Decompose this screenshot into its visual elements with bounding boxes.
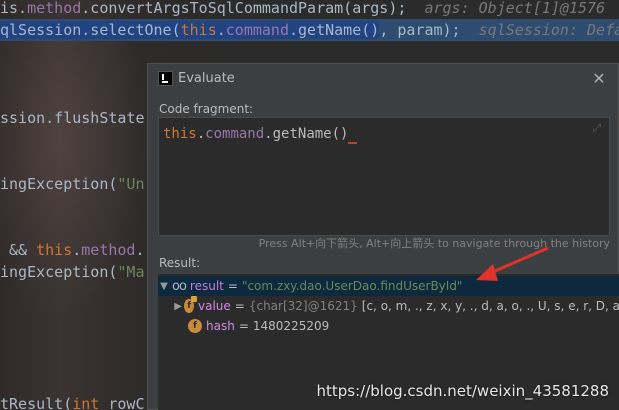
watermark: https://blog.csdn.net/weixin_43581288 bbox=[316, 382, 609, 400]
code-token: .convertArgsToSqlCommandParam(args); bbox=[81, 0, 407, 17]
equals-sign: = bbox=[234, 299, 245, 313]
code-line-current: qlSession.selectOne(this.command.getName… bbox=[0, 19, 619, 41]
expand-arrow-icon[interactable]: ▶ bbox=[174, 301, 182, 312]
code-line: ingException("Un bbox=[0, 173, 145, 195]
code-line: ssion.flushState bbox=[0, 109, 145, 127]
code-line: && this.method. bbox=[0, 239, 145, 261]
code-token: this bbox=[163, 126, 197, 142]
variable-value: 1480225209 bbox=[252, 319, 330, 333]
code-token: . bbox=[196, 126, 206, 142]
variable-value: "com.zxy.dao.UserDao.findUserById" bbox=[241, 279, 463, 293]
collapse-arrow-icon[interactable]: ▼ bbox=[158, 281, 170, 292]
variable-value: [c, o, m, ., z, x, y, ., d, a, o, ., U, … bbox=[361, 299, 619, 313]
inline-debug-hint: sqlSession: Defa bbox=[478, 21, 619, 39]
code-token: tResult( bbox=[0, 395, 73, 410]
dialog-title-bar[interactable]: Evaluate ✕ bbox=[148, 64, 618, 94]
code-line: tResult(int rowC bbox=[0, 393, 145, 410]
lock-icon bbox=[191, 296, 197, 302]
close-button[interactable]: ✕ bbox=[588, 68, 610, 90]
variable-name: hash bbox=[206, 319, 235, 333]
code-token: this bbox=[180, 21, 217, 39]
tree-row-result[interactable]: ▼ oo result = "com.zxy.dao.UserDao.findU… bbox=[158, 276, 619, 296]
code-fragment-editor[interactable]: this.command.getName()​ ⤢ bbox=[158, 117, 610, 236]
code-token: . bbox=[135, 241, 145, 259]
evaluate-dialog[interactable]: Evaluate ✕ Code fragment: this.command.g… bbox=[147, 63, 619, 410]
field-icon-letter: f bbox=[193, 321, 197, 331]
history-shortcut-hint: Press Alt+向下箭头, Alt+向上箭头 to navigate thr… bbox=[258, 237, 610, 250]
code-token: is. bbox=[0, 0, 28, 17]
code-token: qlSession.selectOne( bbox=[0, 21, 181, 39]
code-token: method bbox=[81, 241, 136, 259]
code-fragment-label: Code fragment: bbox=[159, 102, 254, 116]
code-token: .getName() bbox=[264, 126, 349, 142]
code-token: command bbox=[205, 126, 265, 142]
code-token: ingException( bbox=[0, 175, 118, 193]
tree-row-hash[interactable]: f hash = 1480225209 bbox=[158, 316, 619, 336]
code-token: , param); bbox=[379, 21, 461, 39]
dialog-title: Evaluate bbox=[178, 71, 235, 86]
code-fragment-text[interactable]: this.command.getName()​ bbox=[163, 126, 357, 144]
expand-editor-icon[interactable]: ⤢ bbox=[593, 124, 603, 134]
code-token: .getName() bbox=[289, 21, 380, 39]
equals-sign: = bbox=[238, 319, 249, 333]
result-label: Result: bbox=[159, 256, 201, 270]
inline-debug-hint: args: Object[1]@1576 bbox=[424, 0, 606, 17]
text-caret: ​ bbox=[348, 126, 357, 144]
watch-glasses-icon: oo bbox=[172, 278, 187, 294]
code-line: is.method.convertArgsToSqlCommandParam(a… bbox=[0, 0, 605, 19]
code-token: . bbox=[72, 241, 82, 259]
equals-sign: = bbox=[227, 279, 238, 293]
code-token: "Un bbox=[117, 175, 145, 193]
intellij-app-icon bbox=[158, 71, 173, 86]
tree-row-value[interactable]: ▶ f value = {char[32]@1621} [c, o, m, .,… bbox=[158, 296, 619, 316]
variable-name: value bbox=[198, 299, 231, 313]
field-icon-letter: f bbox=[187, 301, 192, 311]
code-token: rowC bbox=[99, 395, 145, 410]
variable-name: result bbox=[189, 279, 224, 293]
code-token: ingException( bbox=[0, 263, 118, 281]
code-token: command bbox=[225, 21, 289, 39]
code-token: this bbox=[36, 241, 73, 259]
code-token: method bbox=[27, 0, 82, 17]
code-token: "Ma bbox=[117, 263, 145, 281]
variable-type: {char[32]@1621} bbox=[248, 299, 358, 313]
code-token: . bbox=[216, 21, 226, 39]
code-token: && bbox=[0, 241, 37, 259]
code-token: int bbox=[72, 395, 100, 410]
field-icon: f bbox=[184, 296, 197, 313]
code-line: ingException("Ma bbox=[0, 261, 145, 283]
field-icon: f bbox=[188, 319, 202, 333]
